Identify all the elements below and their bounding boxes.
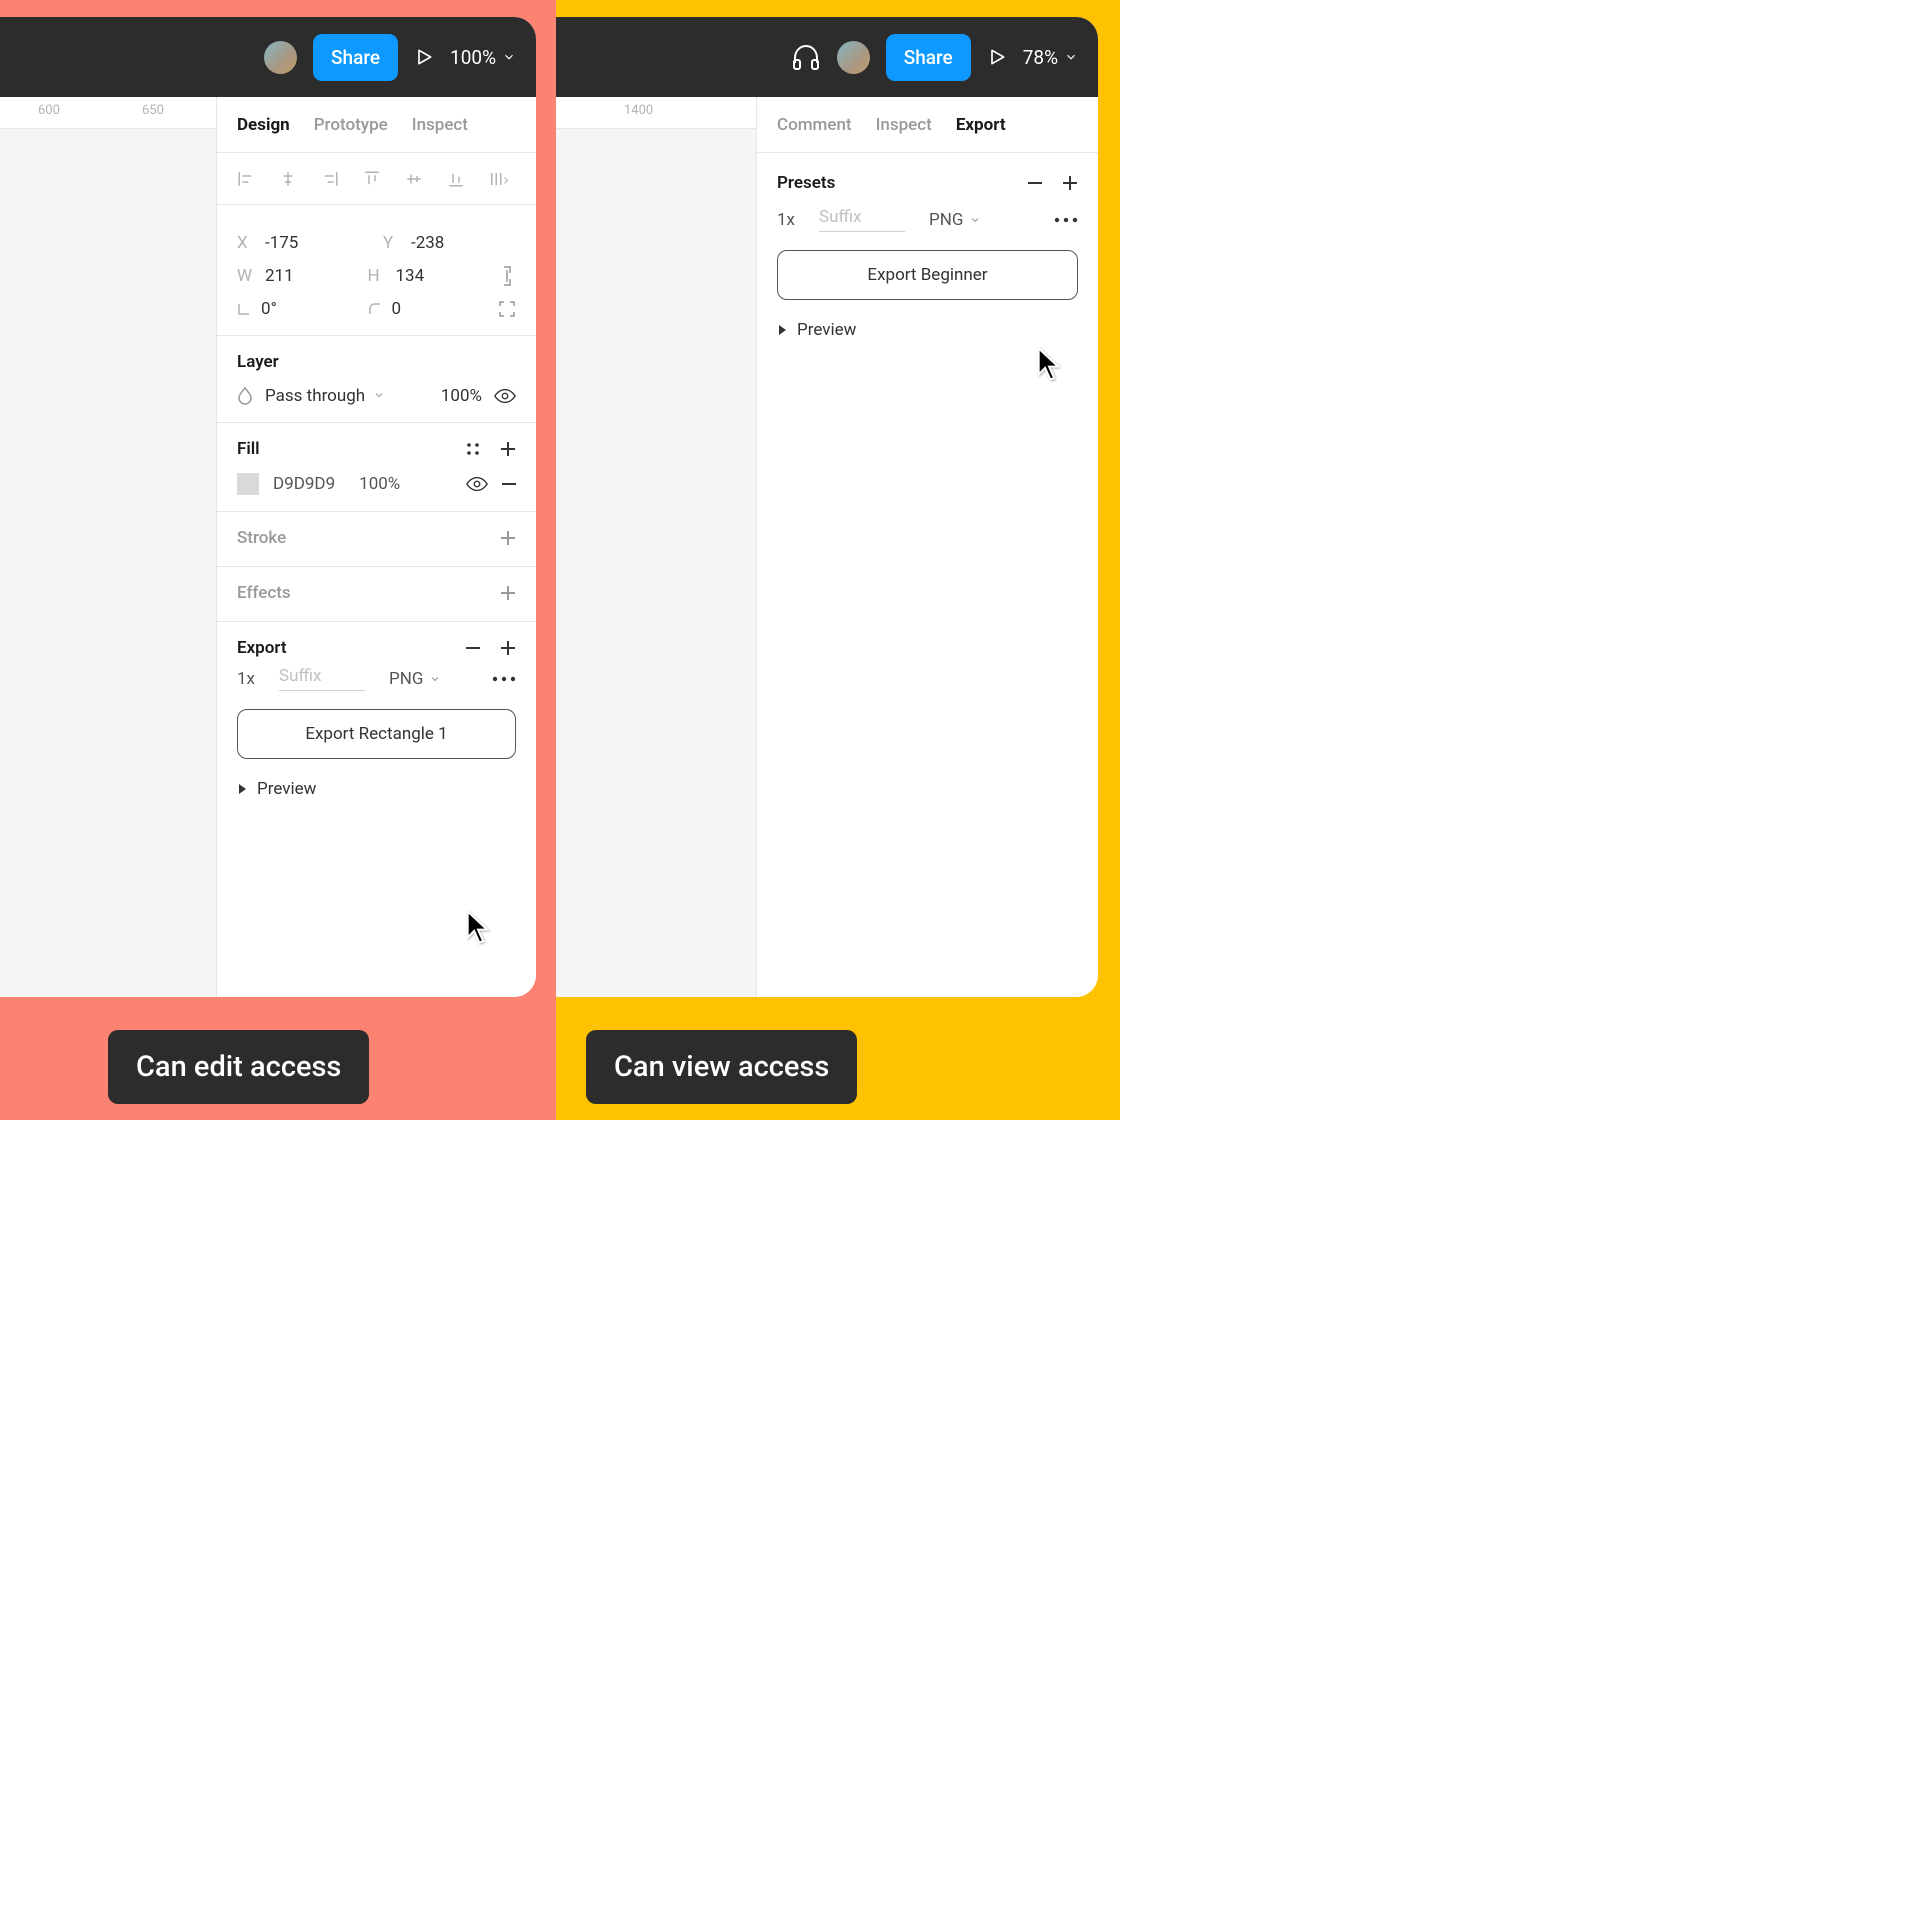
avatar[interactable]: [837, 41, 870, 74]
export-title: Export: [237, 638, 287, 658]
toolbar: Share 100%: [0, 17, 536, 97]
app-window-edit: Share 100% 550 600 650 Design Prototype …: [0, 17, 536, 997]
export-button[interactable]: Export Rectangle 1: [237, 709, 516, 759]
caret-right-icon: [237, 783, 247, 795]
export-button[interactable]: Export Beginner: [777, 250, 1078, 300]
play-icon[interactable]: [414, 47, 434, 67]
layer-opacity-field[interactable]: 100%: [441, 386, 482, 406]
align-top-icon[interactable]: [363, 170, 381, 188]
effects-section: Effects: [217, 567, 536, 622]
corner-radius-icon: [368, 302, 382, 316]
access-badge-edit: Can edit access: [108, 1030, 369, 1104]
x-field[interactable]: X-175: [237, 233, 367, 253]
play-icon[interactable]: [987, 47, 1007, 67]
y-field[interactable]: Y-238: [383, 233, 513, 253]
align-vcenter-icon[interactable]: [405, 170, 423, 188]
align-bottom-icon[interactable]: [447, 170, 465, 188]
canvas[interactable]: [0, 129, 216, 997]
tab-design[interactable]: Design: [237, 115, 290, 135]
tab-comment[interactable]: Comment: [777, 115, 852, 135]
stroke-title: Stroke: [237, 528, 286, 548]
add-stroke-icon[interactable]: [500, 530, 516, 546]
cursor-icon: [465, 909, 491, 949]
export-options-icon[interactable]: [492, 676, 516, 682]
stroke-section: Stroke: [217, 512, 536, 567]
align-hcenter-icon[interactable]: [279, 170, 297, 188]
w-field[interactable]: W211: [237, 266, 352, 286]
tab-inspect[interactable]: Inspect: [412, 115, 468, 135]
chevron-down-icon: [1064, 50, 1078, 64]
chevron-down-icon: [502, 50, 516, 64]
access-badge-view: Can view access: [586, 1030, 857, 1104]
ruler-tick: 600: [38, 103, 60, 118]
effects-title: Effects: [237, 583, 291, 603]
angle-icon: [237, 302, 251, 316]
export-suffix-field[interactable]: Suffix: [279, 666, 365, 691]
preset-format-dropdown[interactable]: PNG: [929, 210, 981, 230]
align-right-icon[interactable]: [321, 170, 339, 188]
constrain-proportions-icon[interactable]: [498, 265, 516, 287]
share-button[interactable]: Share: [886, 34, 971, 81]
canvas[interactable]: [556, 129, 756, 997]
alignment-controls: [217, 153, 536, 205]
color-swatch[interactable]: [237, 473, 259, 495]
panel-tabs: Design Prototype Inspect: [217, 97, 536, 153]
fill-visibility-icon[interactable]: [466, 476, 488, 492]
preset-options-icon[interactable]: [1054, 217, 1078, 223]
headphones-icon[interactable]: [791, 43, 821, 71]
cursor-icon: [1036, 346, 1062, 386]
visibility-icon[interactable]: [494, 388, 516, 404]
export-scale-field[interactable]: 1x: [237, 669, 255, 689]
remove-fill-icon[interactable]: [502, 483, 516, 485]
blend-mode-dropdown[interactable]: Pass through: [265, 386, 385, 406]
distribute-icon[interactable]: [489, 170, 511, 188]
add-preset-icon[interactable]: [1062, 175, 1078, 191]
export-section: Export 1x Suffix PNG Export Rectangle 1: [217, 622, 536, 815]
independent-corners-icon[interactable]: [498, 300, 516, 318]
add-export-icon[interactable]: [500, 640, 516, 656]
tab-prototype[interactable]: Prototype: [314, 115, 388, 135]
rotation-field[interactable]: 0°: [237, 299, 352, 319]
presets-section: Presets 1x Suffix PNG Export Beginner: [757, 153, 1098, 356]
tab-inspect[interactable]: Inspect: [876, 115, 932, 135]
preview-toggle[interactable]: Preview: [777, 320, 1078, 340]
properties-panel: Design Prototype Inspect X-175 Y-238: [216, 97, 536, 997]
app-window-view: Share 78% 1400 Comment Inspect Export Pr…: [556, 17, 1098, 997]
zoom-value: 78%: [1023, 46, 1058, 69]
remove-preset-icon[interactable]: [1028, 182, 1042, 184]
remove-export-icon[interactable]: [466, 647, 480, 649]
blend-mode-icon[interactable]: [237, 387, 253, 405]
position-section: X-175 Y-238 W211 H134 0° 0: [217, 205, 536, 336]
color-hex-field[interactable]: D9D9D9: [273, 474, 335, 494]
style-library-icon[interactable]: [466, 442, 480, 456]
preview-toggle[interactable]: Preview: [237, 779, 516, 799]
panel-tabs: Comment Inspect Export: [757, 97, 1098, 153]
zoom-dropdown[interactable]: 78%: [1023, 46, 1078, 69]
zoom-value: 100%: [450, 46, 496, 69]
align-left-icon[interactable]: [237, 170, 255, 188]
caret-right-icon: [777, 324, 787, 336]
properties-panel: Comment Inspect Export Presets 1x Suffix…: [756, 97, 1098, 997]
toolbar: Share 78%: [556, 17, 1098, 97]
ruler-tick: 1400: [624, 103, 653, 118]
preset-scale-field[interactable]: 1x: [777, 210, 795, 230]
zoom-dropdown[interactable]: 100%: [450, 46, 516, 69]
layer-title: Layer: [237, 352, 516, 372]
ruler-tick: 650: [142, 103, 164, 118]
avatar[interactable]: [264, 41, 297, 74]
fill-section: Fill D9D9D9 100%: [217, 423, 536, 512]
export-format-dropdown[interactable]: PNG: [389, 669, 441, 689]
h-field[interactable]: H134: [368, 266, 483, 286]
share-button[interactable]: Share: [313, 34, 398, 81]
fill-opacity-field[interactable]: 100%: [359, 474, 400, 494]
add-effect-icon[interactable]: [500, 585, 516, 601]
corner-radius-field[interactable]: 0: [368, 299, 483, 319]
preset-suffix-field[interactable]: Suffix: [819, 207, 905, 232]
tab-export[interactable]: Export: [956, 115, 1006, 135]
layer-section: Layer Pass through 100%: [217, 336, 536, 423]
fill-title: Fill: [237, 439, 260, 459]
add-fill-icon[interactable]: [500, 441, 516, 457]
presets-title: Presets: [777, 173, 835, 193]
